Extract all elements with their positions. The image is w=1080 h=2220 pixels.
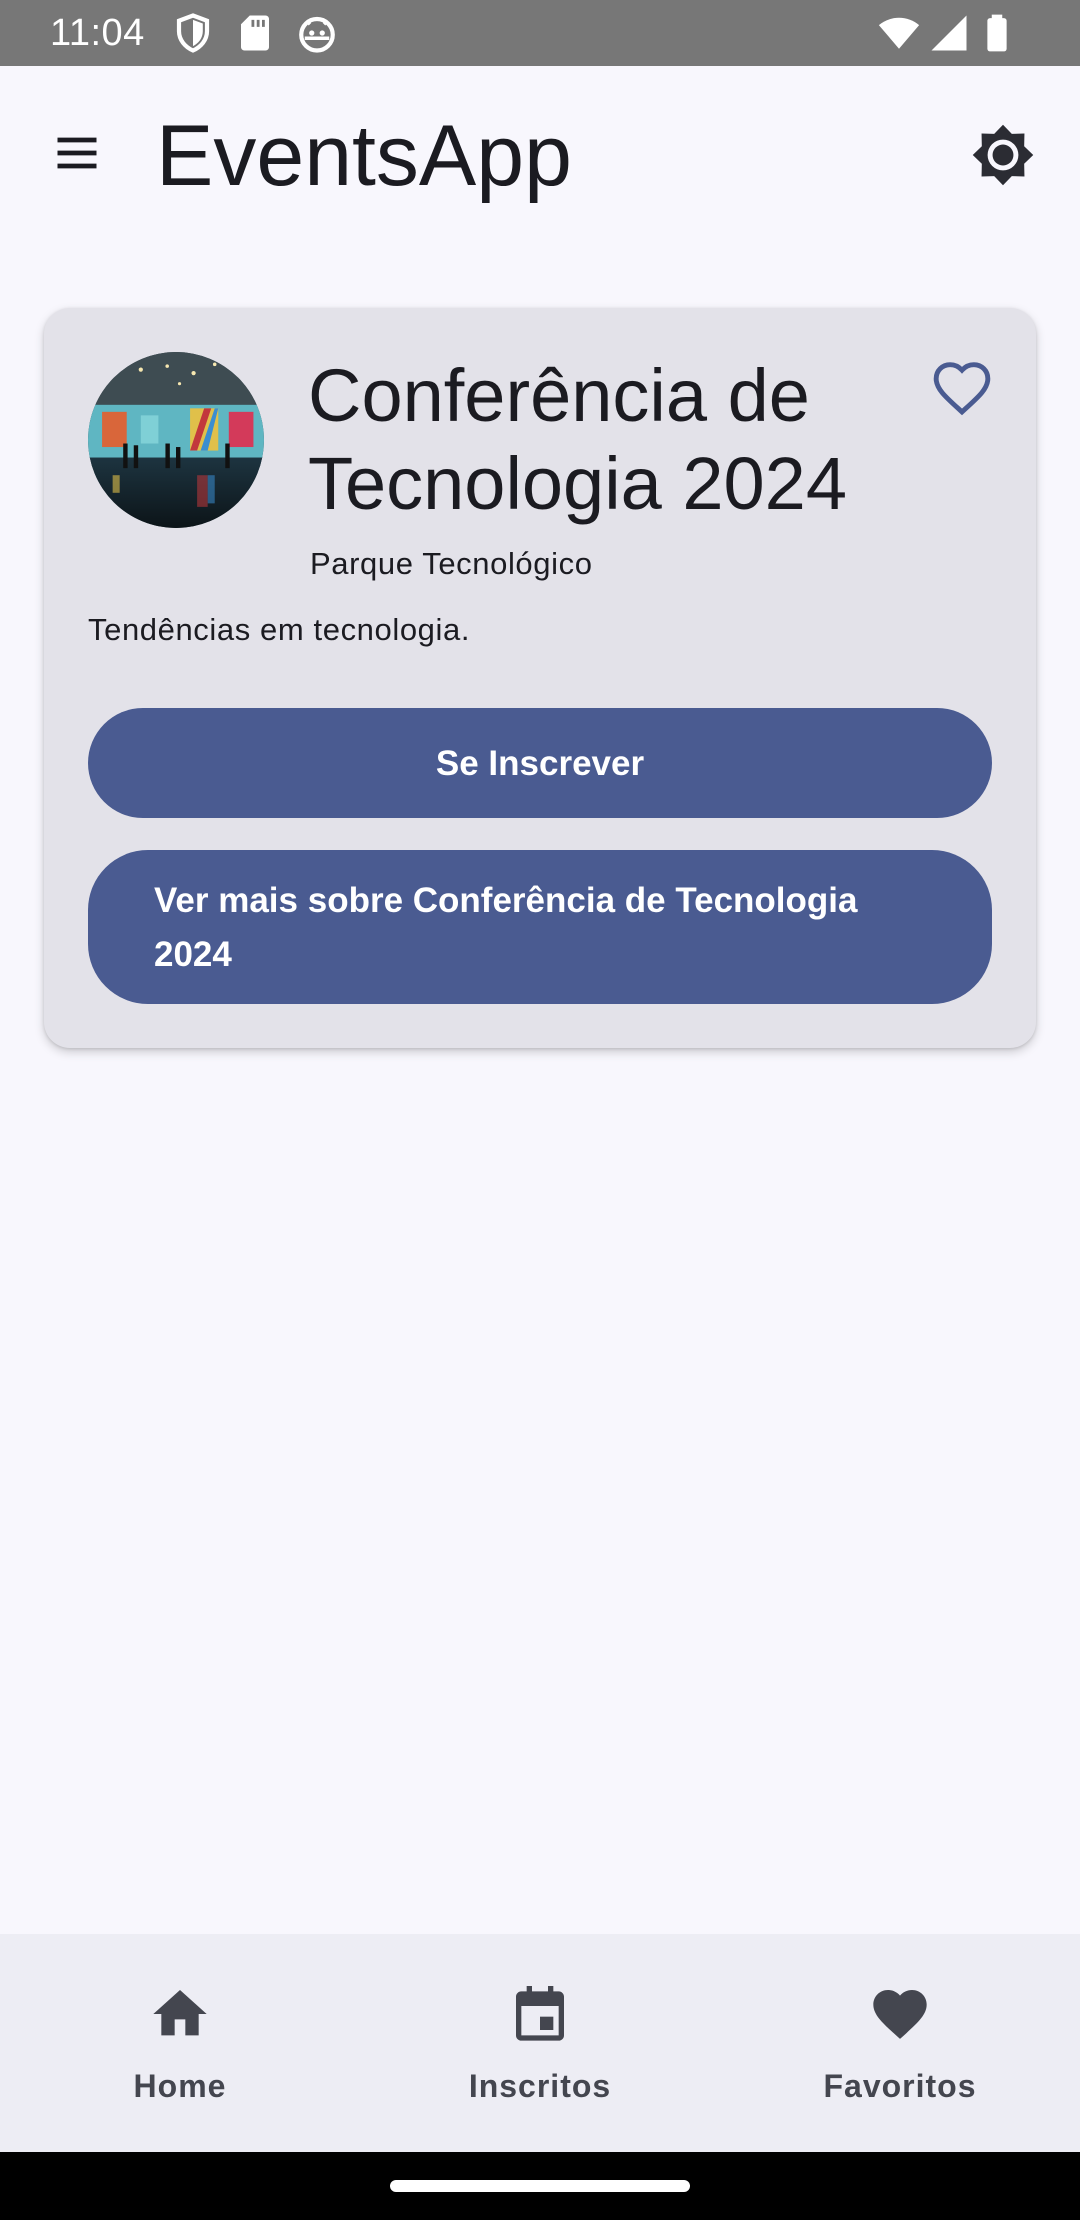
heart-outline-icon [933,362,991,416]
event-description: Tendências em tecnologia. [88,612,471,647]
app-title: EventsApp [156,108,572,204]
nav-label-home: Home [133,2068,227,2104]
event-image [88,352,264,528]
system-gesture-bar [0,2152,1080,2220]
sd-card-icon [234,12,276,54]
shield-icon [172,12,214,54]
heart-icon [868,1982,932,2046]
favorite-button[interactable] [924,352,1000,428]
nav-item-favoritos[interactable]: Favoritos [720,1934,1080,2152]
calendar-icon [508,1982,572,2046]
status-time: 11:04 [50,12,145,54]
nav-label-favoritos: Favoritos [823,2068,977,2104]
nav-label-inscritos: Inscritos [468,2068,612,2104]
top-app-bar: EventsApp [0,66,1080,244]
cellular-signal-icon [928,12,970,54]
event-location: Parque Tecnológico [310,546,593,581]
home-icon [148,1982,212,2046]
event-card[interactable]: Conferência de Tecnologia 2024 Parque Te… [44,308,1036,1048]
bottom-navigation: Home Inscritos Favoritos [0,1934,1080,2152]
menu-button[interactable] [40,116,114,190]
status-bar: 11:04 [0,0,1080,66]
battery-icon [976,12,1018,54]
nav-item-home[interactable]: Home [0,1934,360,2152]
home-gesture-handle[interactable] [390,2180,690,2192]
brightness-icon [972,124,1034,186]
wifi-icon [878,12,920,54]
see-more-button[interactable]: Ver mais sobre Conferência de Tecnologia… [88,850,992,1004]
subscribe-button[interactable]: Se Inscrever [88,708,992,818]
event-title: Conferência de Tecnologia 2024 [308,354,847,525]
menu-icon [57,137,97,169]
theme-toggle-button[interactable] [966,118,1040,192]
android-debug-icon [296,12,338,54]
nav-item-inscritos[interactable]: Inscritos [360,1934,720,2152]
